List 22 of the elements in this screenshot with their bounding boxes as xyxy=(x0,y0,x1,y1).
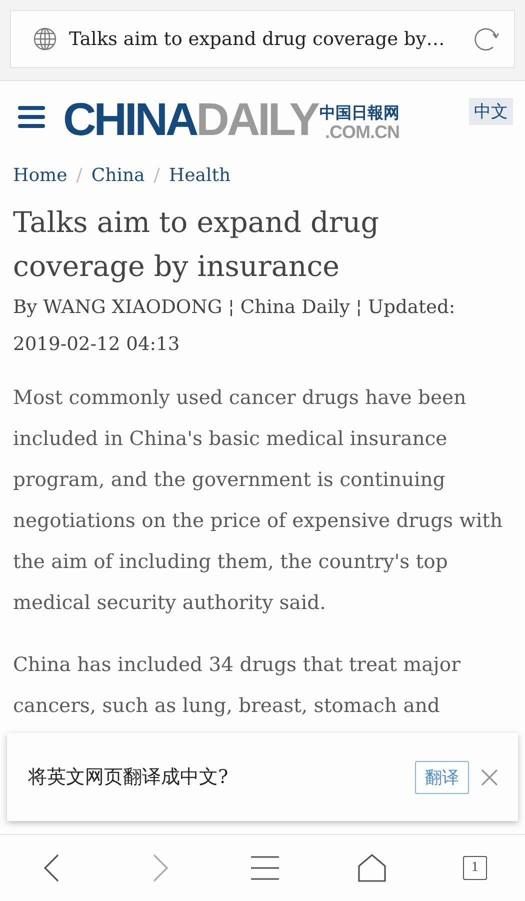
language-button[interactable]: 中文 xyxy=(469,98,513,124)
logo-domain: .COM.CN xyxy=(324,123,400,141)
article-title: Talks aim to expand drug coverage by insurance xyxy=(13,205,380,285)
translate-message: 将英文网页翻译成中文? xyxy=(28,765,230,790)
breadcrumb-separator: / xyxy=(76,164,82,186)
paragraph: China has included 34 drugs that treat major cancers, such as lung, breast, stomach and xyxy=(13,652,462,719)
globe-icon xyxy=(33,27,57,51)
menu-icon[interactable] xyxy=(18,106,45,128)
menu-icon[interactable] xyxy=(250,853,280,883)
breadcrumb-link[interactable]: Home xyxy=(13,164,68,186)
breadcrumb-link[interactable]: Health xyxy=(168,164,231,186)
breadcrumb-link[interactable]: China xyxy=(91,164,145,186)
breadcrumb-separator: / xyxy=(154,164,160,186)
byline: By WANG XIAODONG ¦ China Daily ¦ Updated: 2019-02-12 04:13 xyxy=(13,296,456,357)
tab-count[interactable]: 1 xyxy=(462,856,487,880)
logo-chinese-name: 中国日報网 xyxy=(319,105,400,121)
site-logo[interactable]: CHINADAILY xyxy=(63,97,318,141)
close-icon[interactable] xyxy=(481,768,498,786)
paragraph: Most commonly used cancer drugs have been included in China's basic medical insurance program, and the government is continuing negotiations on the price of expensive drugs with the aim of including them, the country's top medical security authority said. xyxy=(13,385,504,616)
reload-icon[interactable] xyxy=(472,25,500,53)
translate-button[interactable]: 翻译 xyxy=(415,760,469,794)
home-icon[interactable] xyxy=(356,853,387,883)
